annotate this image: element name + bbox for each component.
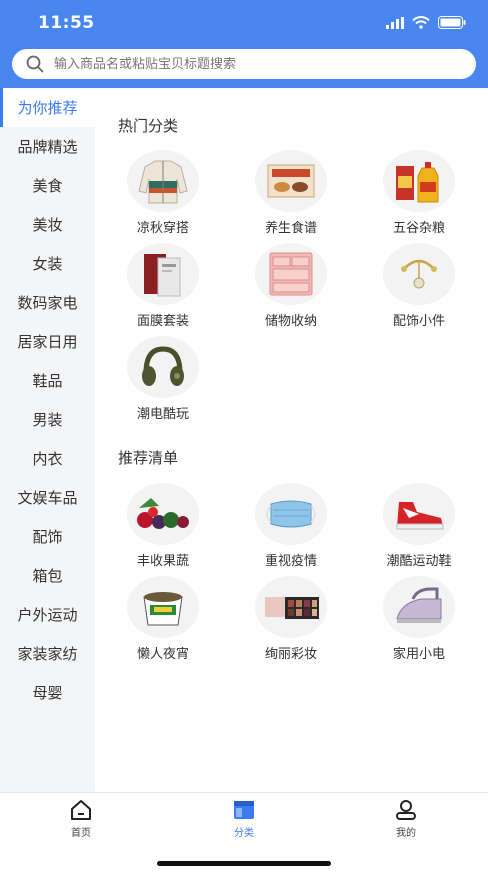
- status-bar: 11:55: [0, 0, 488, 46]
- sidebar-item-food[interactable]: 美食: [0, 166, 95, 205]
- category-label: 潮电酷玩: [136, 407, 189, 422]
- headphones-icon: [127, 336, 199, 398]
- category-label: 凉秋穿搭: [136, 221, 189, 236]
- category-label: 储物收纳: [264, 314, 317, 329]
- category-item[interactable]: 养生食谱: [236, 150, 346, 240]
- category-sidebar: 为你推荐 品牌精选 美食 美妆 女装 数码家电 居家日用 鞋品 男装 内衣 文娱…: [0, 88, 95, 792]
- category-item[interactable]: 重视疫情: [236, 483, 346, 573]
- category-label: 面膜套装: [136, 314, 189, 329]
- jacket-icon: [127, 150, 199, 212]
- category-item[interactable]: 懒人夜宵: [108, 576, 218, 666]
- food-box-icon: [255, 150, 327, 212]
- fruit-icon: [127, 483, 199, 545]
- category-label: 绚丽彩妆: [264, 647, 317, 662]
- sidebar-item-furnishing[interactable]: 家装家纺: [0, 634, 95, 673]
- cellular-signal-icon: [386, 16, 404, 29]
- category-label: 养生食谱: [264, 221, 317, 236]
- app-header: 11:55: [0, 0, 488, 88]
- sidebar-item-outdoor[interactable]: 户外运动: [0, 595, 95, 634]
- category-item[interactable]: 丰收果蔬: [108, 483, 218, 573]
- category-label: 家用小电: [392, 647, 445, 662]
- tab-category[interactable]: 分类: [184, 793, 304, 843]
- tab-profile-label: 我的: [396, 828, 416, 839]
- sidebar-item-bags[interactable]: 箱包: [0, 556, 95, 595]
- category-item[interactable]: 面膜套装: [108, 243, 218, 333]
- sidebar-item-digital[interactable]: 数码家电: [0, 283, 95, 322]
- surgical-mask-icon: [255, 483, 327, 545]
- sidebar-item-shoes[interactable]: 鞋品: [0, 361, 95, 400]
- search-icon: [26, 55, 44, 73]
- iron-icon: [383, 576, 455, 638]
- sneaker-icon: [383, 483, 455, 545]
- home-indicator: [157, 861, 331, 866]
- category-item[interactable]: 五谷杂粮: [364, 150, 474, 240]
- category-label: 配饰小件: [392, 314, 445, 329]
- sidebar-item-mens[interactable]: 男装: [0, 400, 95, 439]
- storage-drawer-icon: [255, 243, 327, 305]
- category-item[interactable]: 家用小电: [364, 576, 474, 666]
- tab-home-label: 首页: [71, 828, 91, 839]
- oil-bottle-icon: [383, 150, 455, 212]
- tab-home[interactable]: 首页: [21, 793, 141, 843]
- category-label: 丰收果蔬: [136, 554, 189, 569]
- status-icons: [386, 16, 466, 29]
- user-icon: [396, 800, 416, 820]
- tab-category-label: 分类: [234, 828, 254, 839]
- sidebar-item-brand[interactable]: 品牌精选: [0, 127, 95, 166]
- face-mask-icon: [127, 243, 199, 305]
- snack-bowl-icon: [127, 576, 199, 638]
- sidebar-item-accessories[interactable]: 配饰: [0, 517, 95, 556]
- category-item[interactable]: 潮电酷玩: [108, 336, 218, 426]
- sidebar-item-home[interactable]: 居家日用: [0, 322, 95, 361]
- recommend-section-title: 推荐清单: [118, 449, 179, 467]
- category-item[interactable]: 储物收纳: [236, 243, 346, 333]
- search-bar[interactable]: [12, 49, 476, 79]
- sidebar-item-underwear[interactable]: 内衣: [0, 439, 95, 478]
- category-label: 潮酷运动鞋: [386, 554, 452, 569]
- bracelet-icon: [383, 243, 455, 305]
- category-label: 重视疫情: [264, 554, 317, 569]
- category-label: 五谷杂粮: [392, 221, 445, 236]
- eyeshadow-palette-icon: [255, 576, 327, 638]
- hot-section-title: 热门分类: [118, 117, 179, 135]
- search-input[interactable]: [54, 56, 454, 72]
- sidebar-item-makeup[interactable]: 美妆: [0, 205, 95, 244]
- home-icon: [71, 800, 91, 820]
- wifi-icon: [412, 16, 430, 29]
- sidebar-item-recommend[interactable]: 为你推荐: [0, 88, 95, 127]
- battery-icon: [438, 16, 466, 29]
- category-item[interactable]: 配饰小件: [364, 243, 474, 333]
- status-time: 11:55: [38, 13, 95, 33]
- category-item[interactable]: 潮酷运动鞋: [364, 483, 474, 573]
- category-icon: [234, 801, 254, 819]
- sidebar-item-entertainment[interactable]: 文娱车品: [0, 478, 95, 517]
- sidebar-item-baby[interactable]: 母婴: [0, 673, 95, 712]
- sidebar-item-womens[interactable]: 女装: [0, 244, 95, 283]
- category-label: 懒人夜宵: [136, 647, 189, 662]
- category-item[interactable]: 凉秋穿搭: [108, 150, 218, 240]
- tab-profile[interactable]: 我的: [346, 793, 466, 843]
- category-item[interactable]: 绚丽彩妆: [236, 576, 346, 666]
